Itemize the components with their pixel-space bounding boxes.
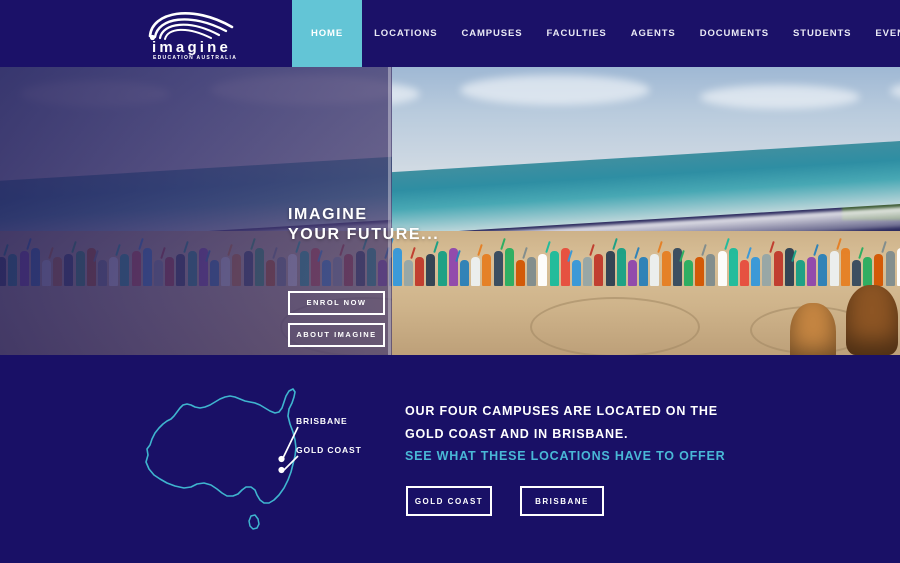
map-marker-gold-coast	[278, 466, 285, 474]
page-root: imagine EDUCATION AUSTRALIA HOME LOCATIO…	[0, 0, 900, 563]
nav-item-locations[interactable]: LOCATIONS	[362, 0, 449, 67]
nav-item-students[interactable]: STUDENTS	[781, 0, 863, 67]
australia-map: BRISBANE GOLD COAST	[143, 383, 363, 533]
map-label-brisbane: BRISBANE	[296, 416, 348, 426]
hero-title-line2: YOUR FUTURE...	[288, 226, 440, 243]
nav-item-events[interactable]: EVENTS	[863, 0, 900, 67]
locations-buttons: GOLD COAST BRISBANE	[406, 486, 604, 516]
hero-title-line1: IMAGINE	[288, 206, 368, 223]
nav-item-campuses[interactable]: CAMPUSES	[449, 0, 534, 67]
hero-image-right	[390, 67, 900, 355]
locations-section: BRISBANE GOLD COAST OUR FOUR CAMPUSES AR…	[0, 355, 900, 563]
site-header: imagine EDUCATION AUSTRALIA HOME LOCATIO…	[0, 0, 900, 67]
brisbane-button[interactable]: BRISBANE	[520, 486, 604, 516]
locations-offer-link[interactable]: SEE WHAT THESE LOCATIONS HAVE TO OFFER	[405, 449, 725, 463]
locations-headline-line1: OUR FOUR CAMPUSES ARE LOCATED ON THE	[405, 404, 718, 418]
enrol-now-button[interactable]: ENROL NOW	[288, 291, 385, 315]
hero-banner: IMAGINE YOUR FUTURE... ENROL NOW ABOUT I…	[0, 67, 900, 355]
main-navigation: HOME LOCATIONS CAMPUSES FACULTIES AGENTS…	[292, 0, 900, 67]
svg-text:imagine: imagine	[152, 39, 231, 56]
locations-headline-line2: GOLD COAST AND IN BRISBANE.	[405, 427, 629, 441]
nav-item-home[interactable]: HOME	[292, 0, 363, 67]
svg-text:EDUCATION AUSTRALIA: EDUCATION AUSTRALIA	[153, 55, 237, 61]
gold-coast-button[interactable]: GOLD COAST	[406, 486, 492, 516]
about-imagine-button[interactable]: ABOUT IMAGINE	[288, 323, 385, 347]
nav-item-agents[interactable]: AGENTS	[619, 0, 688, 67]
nav-item-documents[interactable]: DOCUMENTS	[688, 0, 781, 67]
hero-content: IMAGINE YOUR FUTURE... ENROL NOW ABOUT I…	[288, 205, 439, 347]
site-logo[interactable]: imagine EDUCATION AUSTRALIA	[140, 6, 240, 61]
map-label-gold-coast: GOLD COAST	[296, 445, 362, 455]
nav-item-faculties[interactable]: FACULTIES	[535, 0, 619, 67]
locations-copy: OUR FOUR CAMPUSES ARE LOCATED ON THE GOL…	[405, 400, 835, 465]
beach-photo-layer	[390, 67, 900, 355]
